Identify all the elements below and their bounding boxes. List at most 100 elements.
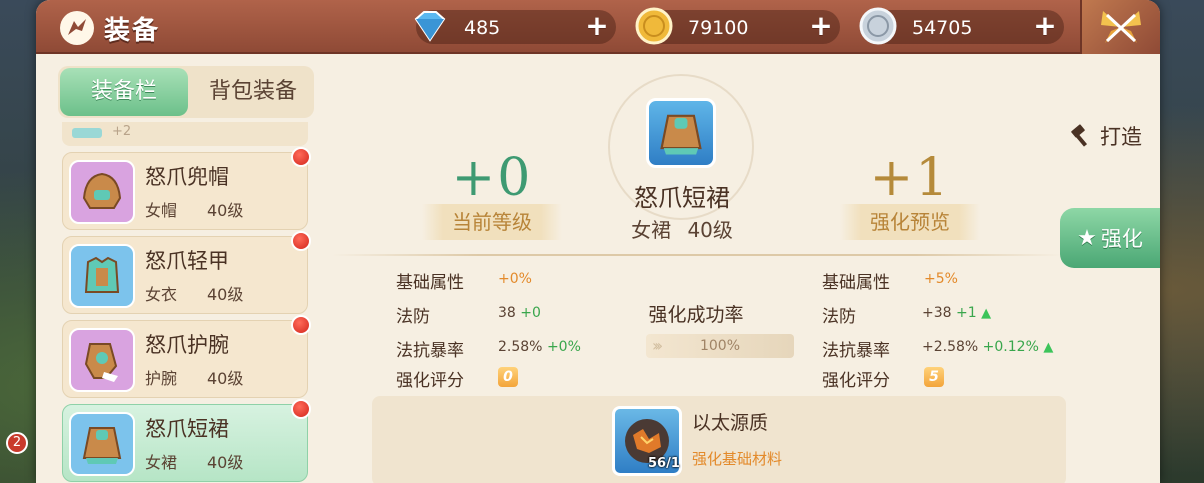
butterfly-close-icon bbox=[1101, 11, 1141, 43]
top-bar: 装备 485 + 79100 + 54705 + bbox=[36, 0, 1160, 54]
item-plus: +2 bbox=[112, 124, 132, 139]
crit-delta: +0% bbox=[546, 339, 581, 355]
list-item-partial[interactable]: +2 bbox=[62, 122, 308, 146]
list-item-selected[interactable]: 怒爪短裙 女裙 40级 bbox=[62, 399, 311, 482]
current-mdef-value: 38 +0 bbox=[498, 305, 541, 321]
equipment-list[interactable]: +2 怒爪兜帽 女帽 40级 怒爪轻甲 女衣 40级 怒爪护腕 护腕 40级 怒… bbox=[58, 122, 314, 483]
hammer-icon bbox=[1071, 124, 1088, 147]
forge-label: 打造 bbox=[1100, 125, 1142, 149]
selected-item-type: 女裙 bbox=[631, 218, 672, 242]
gold-coin-icon bbox=[632, 6, 676, 46]
current-crit-label: 法抗暴率 bbox=[396, 341, 464, 361]
armor-icon bbox=[69, 244, 135, 308]
list-item[interactable]: 怒爪轻甲 女衣 40级 bbox=[62, 231, 311, 314]
arrow-up-icon: ▲ bbox=[981, 306, 992, 321]
current-mdef-label: 法防 bbox=[396, 307, 430, 327]
red-dot-badge bbox=[291, 315, 311, 335]
preview-level-value: +1 bbox=[869, 148, 951, 208]
current-level-label: 当前等级 bbox=[422, 204, 562, 240]
score-badge: 5 bbox=[924, 367, 944, 387]
enhance-panel: 怒爪短裙 女裙 40级 +0 当前等级 +1 强化预览 基础属性 +0% 法防 … bbox=[332, 62, 1066, 483]
current-level-value: +0 bbox=[451, 148, 533, 208]
red-dot-badge bbox=[291, 147, 311, 167]
mdef-value: 38 bbox=[498, 305, 516, 321]
preview-base-attr-value: +5% bbox=[924, 271, 958, 287]
material-panel: 56/1 以太源质 强化基础材料 bbox=[372, 396, 1066, 483]
arrow-up-icon: ▲ bbox=[1043, 340, 1054, 355]
current-crit-value: 2.58% +0% bbox=[498, 339, 581, 355]
preview-mdef-label: 法防 bbox=[822, 307, 856, 327]
list-item[interactable]: 怒爪兜帽 女帽 40级 bbox=[62, 147, 311, 230]
material-name: 以太源质 bbox=[692, 412, 769, 434]
gold-count: 79100 bbox=[688, 17, 749, 39]
item-name: 怒爪兜帽 bbox=[145, 165, 229, 189]
tab-bag-equipment[interactable]: 背包装备 bbox=[194, 68, 312, 116]
close-button[interactable] bbox=[1080, 0, 1160, 54]
star-icon: ★ bbox=[1077, 225, 1097, 251]
equipment-icon bbox=[60, 11, 94, 45]
silver-count: 54705 bbox=[912, 17, 973, 39]
skirt-icon bbox=[69, 412, 135, 476]
crit-value: 2.58% bbox=[498, 339, 543, 355]
selected-item-info: 女裙 40级 bbox=[582, 214, 782, 243]
preview-score-value: 5 bbox=[924, 367, 944, 387]
currency-silver: 54705 + bbox=[859, 7, 1064, 45]
crit-delta: +0.12% bbox=[982, 339, 1039, 355]
item-level: 40级 bbox=[207, 453, 244, 472]
preview-score-label: 强化评分 bbox=[822, 371, 890, 391]
item-name: 怒爪护腕 bbox=[145, 333, 229, 357]
preview-level-label: 强化预览 bbox=[840, 204, 980, 240]
current-score-value: 0 bbox=[498, 367, 518, 387]
crit-value: +2.58% bbox=[922, 339, 979, 355]
page-title: 装备 bbox=[104, 15, 161, 46]
success-rate-bar: ››› 100% bbox=[646, 334, 794, 358]
equipment-panel: 装备 485 + 79100 + 54705 + 装备栏 背包装备 +2 怒爪兜… bbox=[36, 0, 1160, 483]
item-type: 护腕 bbox=[145, 369, 178, 388]
material-count: 56/1 bbox=[648, 456, 680, 471]
hood-icon bbox=[69, 160, 135, 224]
mdef-value: +38 bbox=[922, 305, 952, 321]
add-diamond-button[interactable]: + bbox=[584, 12, 610, 40]
mdef-delta: +0 bbox=[520, 305, 541, 321]
current-score-label: 强化评分 bbox=[396, 371, 464, 391]
score-badge: 0 bbox=[498, 367, 518, 387]
item-name: 怒爪轻甲 bbox=[145, 249, 229, 273]
red-dot-badge bbox=[291, 399, 311, 419]
currency-gold: 79100 + bbox=[635, 7, 840, 45]
item-type: 女衣 bbox=[145, 285, 178, 304]
material-desc: 强化基础材料 bbox=[692, 450, 783, 468]
preview-crit-value: +2.58% +0.12% ▲ bbox=[922, 339, 1053, 355]
selected-item-name: 怒爪短裙 bbox=[634, 184, 730, 212]
item-type: 女帽 bbox=[145, 201, 178, 220]
equipment-tabs: 装备栏 背包装备 bbox=[58, 66, 314, 118]
add-silver-button[interactable]: + bbox=[1032, 12, 1058, 40]
item-level: 40级 bbox=[207, 201, 244, 220]
title-area: 装备 bbox=[60, 8, 160, 48]
tab-equipment-slots[interactable]: 装备栏 bbox=[60, 68, 188, 116]
item-name: 怒爪短裙 bbox=[145, 417, 229, 441]
bracer-icon bbox=[69, 328, 135, 392]
item-type: 女裙 bbox=[145, 453, 178, 472]
item-thumb bbox=[72, 128, 102, 138]
mdef-delta: +1 bbox=[956, 305, 977, 321]
selected-skirt-icon[interactable] bbox=[646, 98, 716, 168]
divider bbox=[332, 254, 1062, 256]
diamond-count: 485 bbox=[464, 17, 501, 39]
success-rate-value: 100% bbox=[699, 338, 741, 354]
item-level: 40级 bbox=[207, 285, 244, 304]
silver-coin-icon bbox=[856, 6, 900, 46]
current-base-attr-label: 基础属性 bbox=[396, 273, 464, 293]
red-dot-badge bbox=[291, 231, 311, 251]
preview-mdef-value: +38 +1 ▲ bbox=[922, 305, 991, 321]
add-gold-button[interactable]: + bbox=[808, 12, 834, 40]
preview-crit-label: 法抗暴率 bbox=[822, 341, 890, 361]
currency-diamond: 485 + bbox=[414, 10, 616, 44]
tab-forge[interactable]: 打造 bbox=[1068, 116, 1142, 156]
notification-count-badge: 2 bbox=[6, 432, 28, 454]
enhance-label: 强化 bbox=[1100, 227, 1143, 251]
tab-enhance[interactable]: ★ 强化 bbox=[1060, 208, 1160, 268]
selected-item-level: 40级 bbox=[687, 218, 733, 242]
current-base-attr-value: +0% bbox=[498, 271, 532, 287]
list-item[interactable]: 怒爪护腕 护腕 40级 bbox=[62, 315, 311, 398]
diamond-icon bbox=[408, 6, 452, 46]
